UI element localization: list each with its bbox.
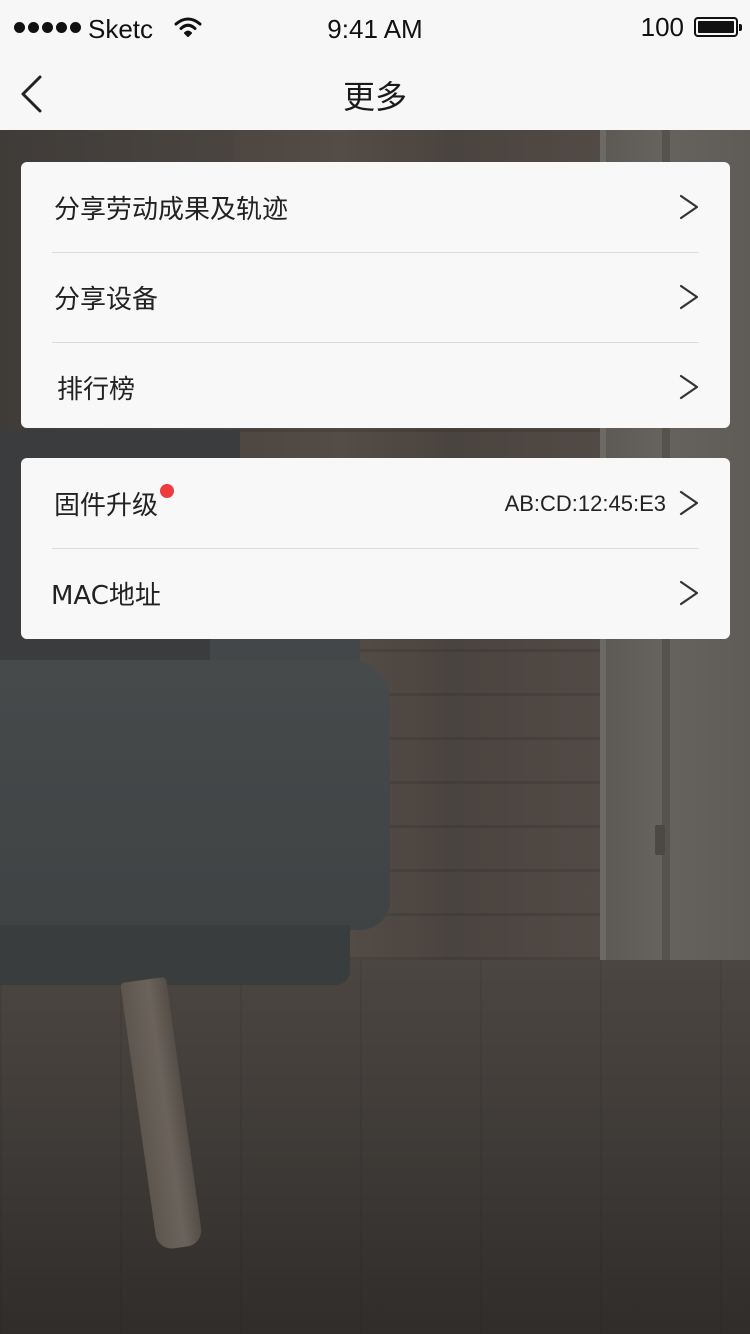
list-item-label: 分享设备 — [54, 285, 159, 315]
device-info-card: 固件升级 AB:CD:12:45:E3 MAC地址 — [21, 458, 730, 639]
background-sofa-arm — [0, 660, 390, 930]
list-item-share-results[interactable]: 分享劳动成果及轨迹 — [21, 162, 730, 252]
page-title: 更多 — [342, 78, 407, 116]
status-time: 9:41 AM — [327, 14, 423, 44]
firmware-version-value: AB:CD:12:45:E3 — [504, 491, 666, 516]
chevron-right-icon — [679, 580, 699, 606]
share-options-card: 分享劳动成果及轨迹 分享设备 排行榜 — [21, 162, 730, 428]
list-item-firmware-upgrade[interactable]: 固件升级 AB:CD:12:45:E3 — [21, 458, 730, 548]
navigation-bar: 更多 — [0, 56, 750, 130]
battery-percentage: 100 — [640, 12, 684, 42]
more-screen: Sketc 9:41 AM 100 更多 分享劳动成果及轨迹 分享设备 排行榜 … — [0, 0, 750, 1334]
battery-icon — [694, 17, 742, 37]
status-bar: Sketc 9:41 AM 100 — [0, 0, 750, 56]
chevron-right-icon — [679, 374, 699, 400]
background-floor — [0, 960, 750, 1334]
list-item-label: 排行榜 — [57, 375, 136, 405]
list-item-label: 分享劳动成果及轨迹 — [54, 195, 289, 225]
list-item-mac-address[interactable]: MAC地址 — [21, 548, 730, 638]
list-item-leaderboard[interactable]: 排行榜 — [21, 342, 730, 428]
chevron-right-icon — [679, 194, 699, 220]
background-sofa-base — [0, 925, 350, 985]
list-item-share-device[interactable]: 分享设备 — [21, 252, 730, 342]
chevron-right-icon — [679, 284, 699, 310]
list-item-label: MAC地址 — [51, 581, 161, 611]
notification-badge — [160, 484, 174, 498]
background-door-handle — [655, 825, 665, 855]
list-item-label: 固件升级 — [54, 491, 159, 521]
chevron-right-icon — [679, 490, 699, 516]
